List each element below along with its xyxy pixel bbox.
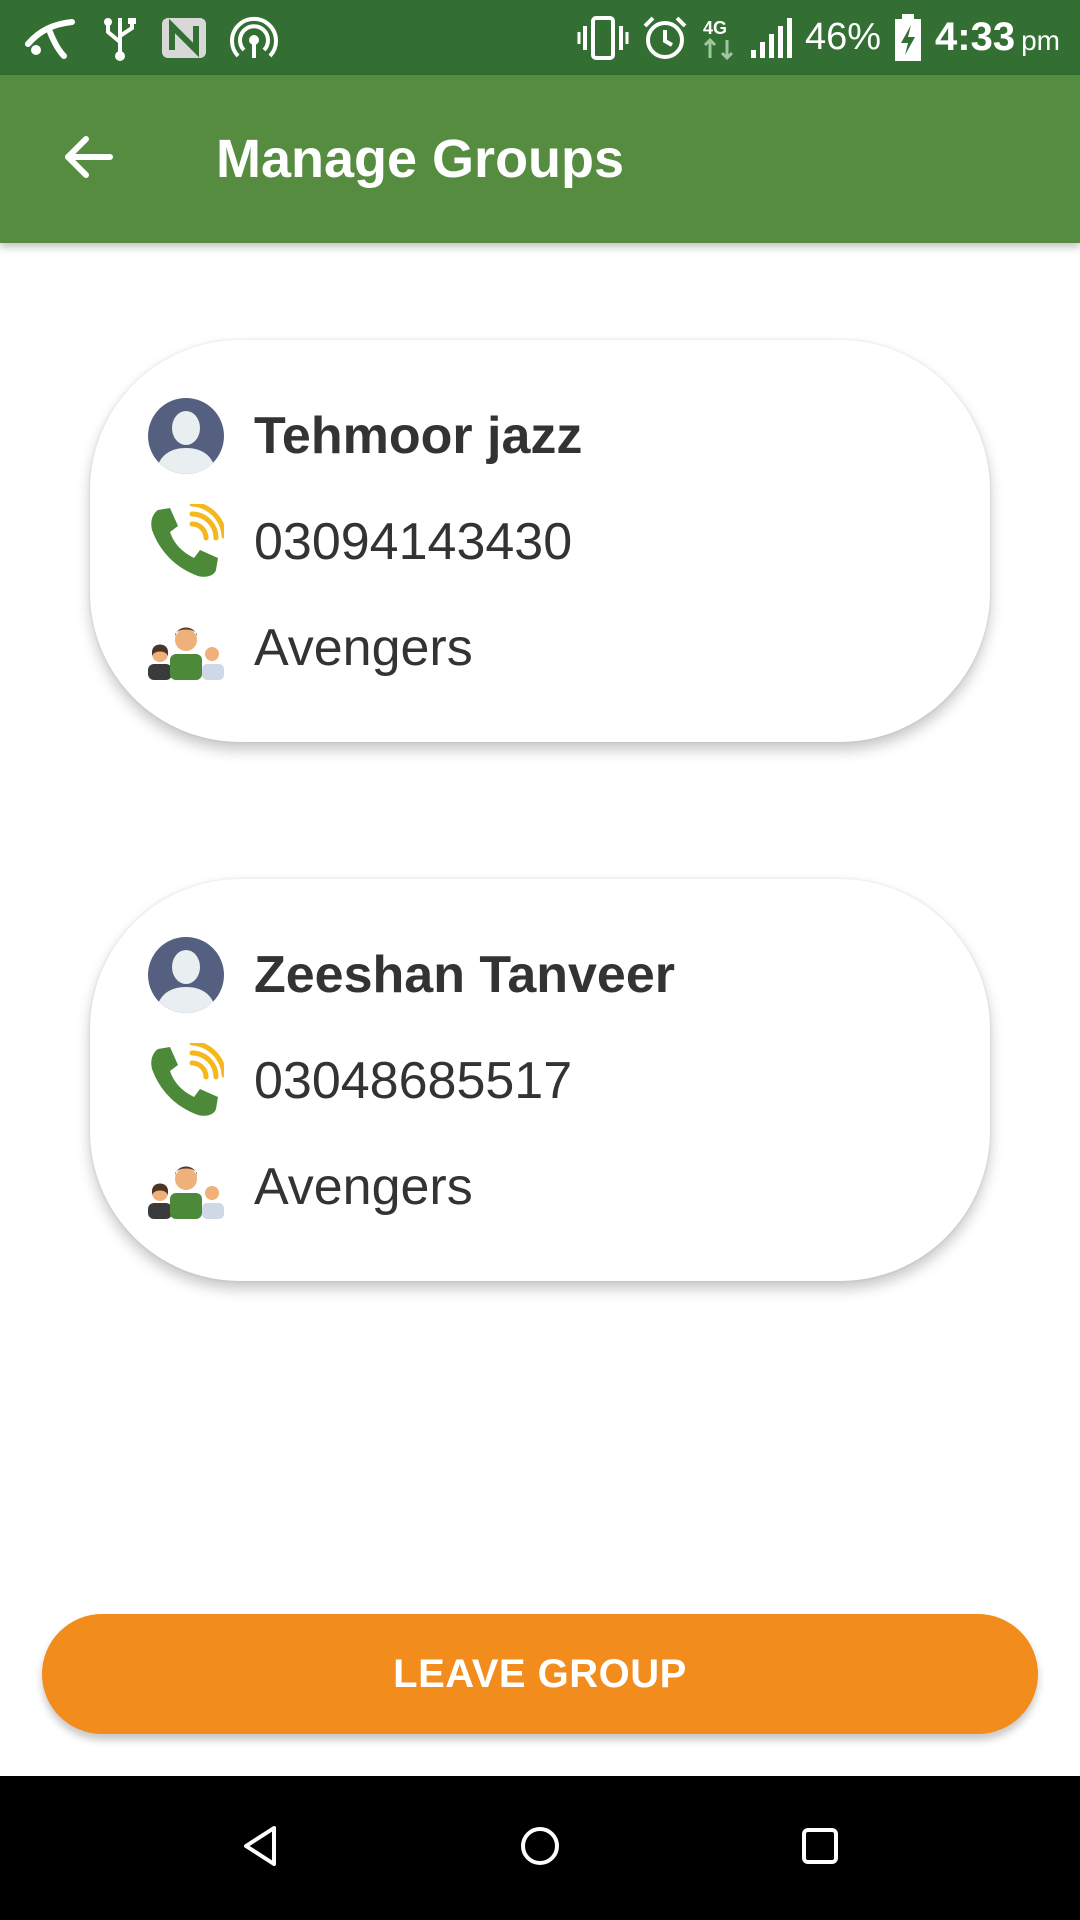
signal-icon: [749, 14, 793, 62]
battery-charging-icon: [893, 13, 923, 63]
navigation-bar: [0, 1776, 1080, 1920]
member-card[interactable]: Tehmoor jazz 03094143430 Avengers: [90, 340, 990, 742]
clock-time: 4:33: [935, 15, 1016, 59]
leave-group-button[interactable]: LEAVE GROUP: [42, 1614, 1038, 1734]
group-people-icon: [148, 610, 224, 686]
arrow-back-icon: [62, 133, 114, 186]
hotspot-icon: [230, 14, 278, 62]
member-group-row: Avengers: [148, 610, 473, 686]
member-card[interactable]: Zeeshan Tanveer 03048685517 Avengers: [90, 879, 990, 1281]
group-people-icon: [148, 1149, 224, 1225]
member-name: Tehmoor jazz: [254, 407, 583, 465]
member-phone-row: 03048685517: [148, 1043, 572, 1119]
nfc-icon: [160, 16, 208, 60]
member-group: Avengers: [254, 619, 473, 677]
4g-data-icon: 4G: [701, 14, 737, 62]
avatar-icon: [148, 398, 224, 474]
member-name-row: Zeeshan Tanveer: [148, 937, 675, 1013]
member-phone: 03048685517: [254, 1052, 573, 1110]
member-phone-row: 03094143430: [148, 504, 572, 580]
nav-recents-button[interactable]: [780, 1808, 860, 1888]
page-title: Manage Groups: [216, 129, 625, 189]
member-group-row: Avengers: [148, 1149, 473, 1225]
avatar-icon: [148, 937, 224, 1013]
member-group: Avengers: [254, 1158, 473, 1216]
nav-home-button[interactable]: [500, 1808, 580, 1888]
home-circle-icon: [518, 1824, 562, 1873]
back-triangle-icon: [238, 1824, 282, 1873]
member-name: Zeeshan Tanveer: [254, 946, 676, 1004]
nav-back-button[interactable]: [220, 1808, 300, 1888]
svg-text:4G: 4G: [703, 18, 727, 38]
vibrate-icon: [577, 14, 629, 62]
alarm-icon: [641, 14, 689, 62]
battery-percent: 46%: [804, 16, 882, 58]
back-button[interactable]: [48, 119, 128, 199]
recents-square-icon: [798, 1824, 842, 1873]
usb-icon: [102, 14, 138, 62]
app-bar: Manage Groups: [0, 75, 1080, 243]
phone-call-icon: [148, 1043, 224, 1119]
phone-call-icon: [148, 504, 224, 580]
member-phone: 03094143430: [254, 513, 573, 571]
member-name-row: Tehmoor jazz: [148, 398, 582, 474]
status-bar: 4G 46% 4:33 pm: [0, 0, 1080, 75]
clock-ampm: pm: [1021, 25, 1060, 56]
telenor-icon: [24, 14, 80, 62]
